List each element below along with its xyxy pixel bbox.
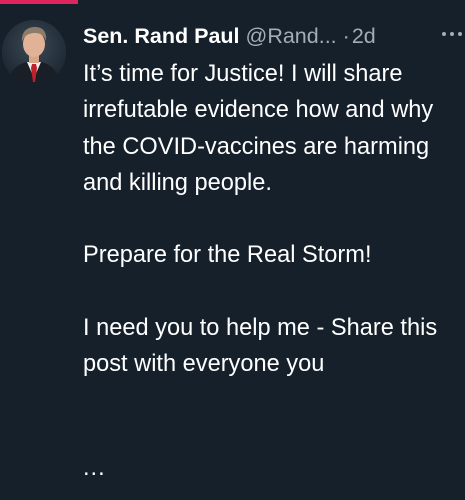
tweet-header: Sen. Rand Paul @Rand... ·2d: [83, 21, 461, 51]
tweet-paragraph: It’s time for Justice! I will share irre…: [83, 61, 434, 196]
truncation-ellipsis[interactable]: ...: [83, 450, 106, 486]
timestamp[interactable]: 2d: [352, 24, 376, 48]
tweet-text: It’s time for Justice! I will share irre…: [83, 56, 453, 383]
more-options-icon[interactable]: [441, 31, 463, 37]
tweet-card[interactable]: Sen. Rand Paul @Rand... ·2d It’s time fo…: [0, 0, 465, 500]
display-name[interactable]: Sen. Rand Paul: [83, 24, 240, 48]
tweet-paragraph: Prepare for the Real Storm!: [83, 242, 372, 269]
avatar[interactable]: [2, 20, 66, 84]
user-handle[interactable]: @Rand...: [246, 24, 337, 48]
separator-dot: ·: [342, 24, 350, 48]
person-avatar-icon: [2, 20, 66, 84]
tweet-paragraph: I need you to help me - Share this post …: [83, 315, 438, 378]
